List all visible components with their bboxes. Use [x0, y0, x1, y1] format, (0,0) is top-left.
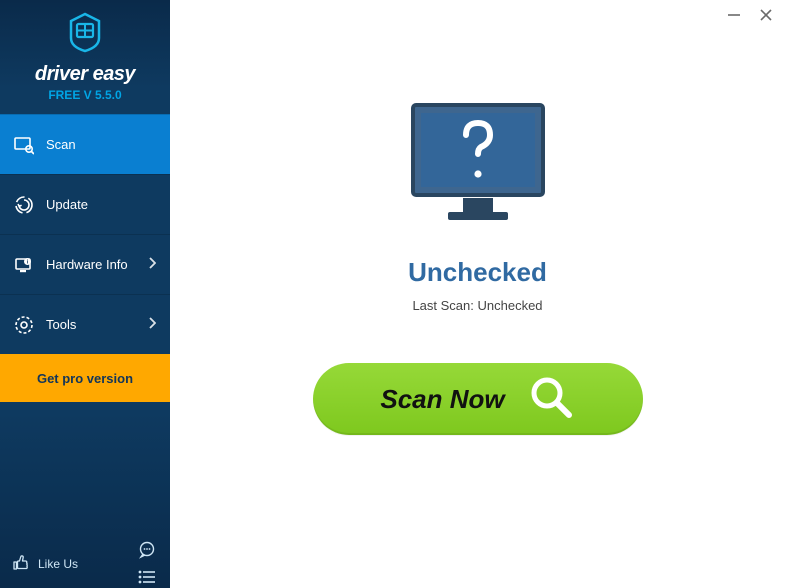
monitor-unknown-icon: [403, 100, 553, 235]
tools-icon: [14, 315, 34, 335]
scan-now-button[interactable]: Scan Now: [313, 363, 643, 435]
like-us-label: Like Us: [38, 557, 78, 571]
scan-now-label: Scan Now: [380, 384, 504, 415]
like-us-button[interactable]: Like Us: [12, 554, 78, 575]
sidebar-item-label: Hardware Info: [46, 257, 128, 272]
sidebar-item-hardware-info[interactable]: i Hardware Info: [0, 234, 170, 294]
version-label: FREE V 5.5.0: [48, 88, 121, 102]
sidebar-item-label: Scan: [46, 137, 76, 152]
scan-icon: [14, 135, 34, 155]
sidebar-item-label: Update: [46, 197, 88, 212]
status-subtitle: Last Scan: Unchecked: [412, 298, 542, 313]
status-block: Unchecked Last Scan: Unchecked: [403, 100, 553, 313]
minimize-button[interactable]: [725, 6, 743, 24]
brand-name: driver easy: [35, 63, 135, 86]
logo-block: driver easy FREE V 5.5.0: [0, 0, 170, 110]
chevron-right-icon: [148, 317, 156, 332]
update-icon: [14, 195, 34, 215]
main-panel: Unchecked Last Scan: Unchecked Scan Now: [170, 0, 785, 588]
magnify-icon: [527, 373, 575, 426]
sidebar: driver easy FREE V 5.5.0 Scan Update i H…: [0, 0, 170, 588]
status-title: Unchecked: [408, 257, 547, 288]
logo-icon: [63, 10, 107, 59]
chevron-right-icon: [148, 257, 156, 272]
window-controls: [725, 6, 775, 24]
sidebar-item-scan[interactable]: Scan: [0, 114, 170, 174]
get-pro-label: Get pro version: [37, 371, 133, 386]
sidebar-item-update[interactable]: Update: [0, 174, 170, 234]
sidebar-spacer: [0, 402, 170, 544]
thumb-up-icon: [12, 554, 30, 575]
nav: Scan Update i Hardware Info Tools: [0, 114, 170, 354]
sidebar-item-label: Tools: [46, 317, 76, 332]
hardware-info-icon: i: [14, 255, 34, 275]
menu-icon[interactable]: [138, 570, 156, 587]
get-pro-button[interactable]: Get pro version: [0, 354, 170, 402]
sidebar-item-tools[interactable]: Tools: [0, 294, 170, 354]
sidebar-bottom-row: Like Us: [0, 544, 170, 588]
close-button[interactable]: [757, 6, 775, 24]
feedback-icon[interactable]: [138, 541, 156, 562]
